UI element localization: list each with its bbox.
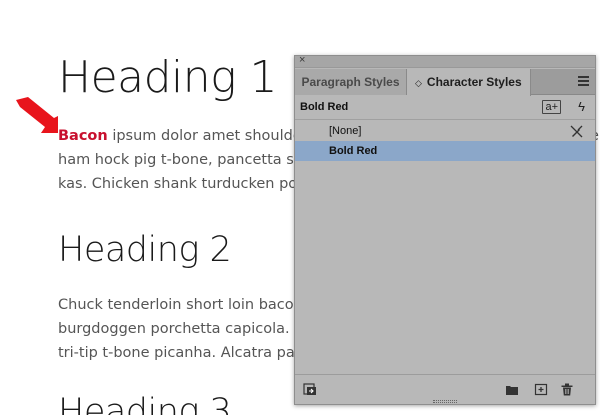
panel-titlebar[interactable]: × xyxy=(295,54,595,68)
no-edit-icon xyxy=(570,121,583,141)
tab-character-styles-label: Character Styles xyxy=(426,75,522,89)
paragraph-2: Chuck tenderloin short loin bacon burgdo… xyxy=(58,293,312,365)
heading-3: Heading 3 xyxy=(58,392,232,415)
style-item-none[interactable]: [None] xyxy=(295,121,595,141)
close-icon[interactable]: × xyxy=(299,54,305,66)
up-down-arrows-icon: ◇ xyxy=(415,78,422,88)
current-style-row: Bold Red a+ ϟ xyxy=(295,96,595,120)
panel-bottom-toolbar xyxy=(295,374,595,404)
heading-2: Heading 2 xyxy=(58,230,232,270)
paragraph-1-line-2: ham hock pig t-bone, pancetta spa xyxy=(58,152,312,168)
load-styles-icon[interactable] xyxy=(303,383,317,396)
paragraph-2-line-2: burgdoggen porchetta capicola. To xyxy=(58,321,310,337)
tab-character-styles[interactable]: ◇ Character Styles xyxy=(407,69,531,96)
paragraph-2-line-3: tri-tip t-bone picanha. Alcatra panc xyxy=(58,345,312,361)
red-arrow-icon xyxy=(16,97,58,133)
folder-icon[interactable] xyxy=(505,383,519,396)
panel-tabs: Paragraph Styles ◇ Character Styles xyxy=(295,69,595,96)
tab-paragraph-styles[interactable]: Paragraph Styles xyxy=(295,69,407,95)
new-style-icon[interactable] xyxy=(534,383,548,396)
hamburger-menu-icon[interactable] xyxy=(578,76,589,86)
style-item-label: [None] xyxy=(329,125,362,137)
paragraph-1-line-3: kas. Chicken shank turducken pork xyxy=(58,176,312,192)
trash-icon[interactable] xyxy=(560,383,574,396)
new-style-from-selection-icon[interactable]: a+ xyxy=(542,100,561,114)
paragraph-2-line-1: Chuck tenderloin short loin bacon xyxy=(58,297,303,313)
heading-1: Heading 1 xyxy=(58,52,278,103)
paragraph-1-line-1: ipsum dolor amet shoulder xyxy=(107,128,308,144)
lightning-icon[interactable]: ϟ xyxy=(578,99,585,114)
current-style-name: Bold Red xyxy=(300,101,349,113)
paragraph-1: Bacon ipsum dolor amet shoulder ham hock… xyxy=(58,124,312,196)
bold-red-word[interactable]: Bacon xyxy=(58,128,108,144)
style-list: [None] Bold Red xyxy=(295,121,595,161)
character-styles-panel: × Paragraph Styles ◇ Character Styles Bol… xyxy=(294,54,596,405)
style-item-bold-red[interactable]: Bold Red xyxy=(295,141,595,161)
resize-grip[interactable] xyxy=(433,400,457,403)
style-item-label: Bold Red xyxy=(329,145,378,157)
